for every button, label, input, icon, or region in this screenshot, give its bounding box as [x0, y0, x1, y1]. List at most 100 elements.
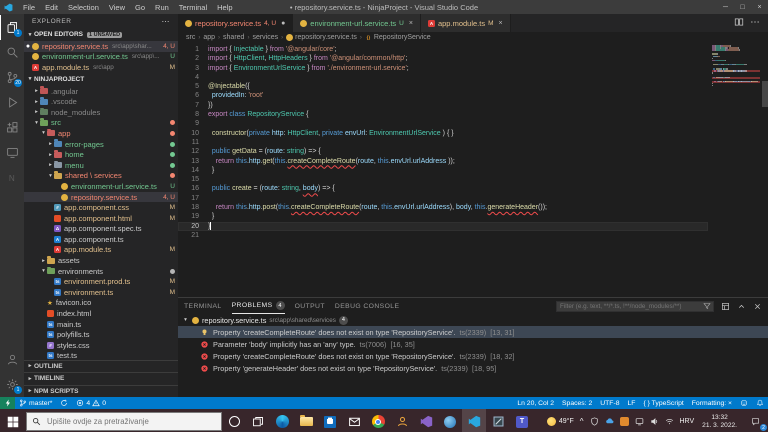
tree-item[interactable]: repository.service.ts 4, U — [24, 191, 178, 203]
tree-item[interactable]: ▸ .vscode — [24, 96, 178, 107]
taskbar-edge[interactable] — [270, 409, 294, 432]
modified-dot-icon[interactable]: ● — [281, 20, 285, 27]
code-line[interactable]: 5 @Injectable({ — [178, 82, 708, 91]
tray-network[interactable] — [662, 409, 677, 432]
tray-display[interactable] — [632, 409, 647, 432]
code-line[interactable]: 6 providedIn: 'root' — [178, 91, 708, 100]
group-by-icon[interactable] — [721, 302, 730, 311]
tray-security[interactable] — [587, 409, 602, 432]
taskbar-cortana[interactable] — [222, 409, 246, 432]
problem-row[interactable]: Property 'createCompleteRoute' does not … — [178, 350, 768, 362]
menu-edit[interactable]: Edit — [40, 0, 63, 14]
status-utf-8[interactable]: UTF-8 — [596, 397, 623, 409]
code-line[interactable]: 2 import { HttpClient, HttpHeaders } from… — [178, 54, 708, 63]
maximize-panel-icon[interactable] — [737, 302, 746, 311]
tree-item[interactable]: ▾ environments — [24, 266, 178, 277]
more-actions-icon[interactable] — [750, 14, 760, 32]
notifications-bell-icon[interactable] — [752, 397, 768, 409]
code-line[interactable]: 20} — [178, 221, 708, 231]
tray-weather[interactable]: 49°F — [544, 409, 577, 432]
tree-item[interactable]: environment-url.service.ts U — [24, 181, 178, 192]
close-panel-icon[interactable] — [753, 302, 762, 311]
maximize-button[interactable]: □ — [734, 0, 751, 14]
code-line[interactable]: 18 return this.http.post(this.createComp… — [178, 203, 708, 212]
activity-search[interactable] — [0, 40, 24, 65]
panel-tab-output[interactable]: OUTPUT — [295, 298, 325, 314]
breadcrumb-item[interactable]: services — [252, 34, 278, 41]
section-npm-scripts[interactable]: ▸ NPM SCRIPTS — [24, 384, 178, 398]
panel-tab-problems[interactable]: PROBLEMS 4 — [231, 298, 285, 314]
start-button[interactable] — [0, 409, 26, 432]
code-line[interactable]: 7}) — [178, 101, 708, 110]
activity-extensions[interactable] — [0, 115, 24, 140]
menu-view[interactable]: View — [104, 0, 130, 14]
tree-item[interactable]: ts environment.ts M — [24, 287, 178, 298]
code-line[interactable]: 4 — [178, 73, 708, 82]
breadcrumb-item[interactable]: {} RepositoryService — [365, 34, 431, 41]
code-line[interactable]: 11 — [178, 138, 708, 147]
menu-run[interactable]: Run — [150, 0, 174, 14]
problems-filter[interactable] — [556, 300, 714, 312]
tree-item[interactable]: ▾ shared \ services — [24, 171, 178, 182]
code-line[interactable]: 13 return this.http.get(this.createCompl… — [178, 157, 708, 166]
problems-filter-input[interactable] — [557, 302, 703, 310]
code-line[interactable]: 12 public getData = (route: string) => { — [178, 147, 708, 156]
taskbar-people[interactable] — [390, 409, 414, 432]
activity-explorer[interactable]: 1 — [0, 15, 24, 40]
tree-item[interactable]: ▸ menu — [24, 160, 178, 171]
taskbar-file-explorer[interactable] — [294, 409, 318, 432]
taskbar-ssms[interactable] — [486, 409, 510, 432]
problems-file-group[interactable]: ▾ repository.service.ts src\app\shared\s… — [178, 314, 768, 326]
tab-repository.service.ts[interactable]: repository.service.ts 4, U ● — [178, 14, 294, 32]
tree-item[interactable]: app.component.html M — [24, 213, 178, 224]
problem-row[interactable]: Property 'createCompleteRoute' does not … — [178, 326, 768, 338]
split-editor-icon[interactable] — [734, 14, 744, 32]
status-formatting[interactable]: Formatting: × — [688, 397, 736, 409]
scrollbar-thumb[interactable] — [761, 81, 768, 107]
section-timeline[interactable]: ▸ TIMELINE — [24, 372, 178, 385]
open-editor-item[interactable]: Aapp.module.ts src\app M — [24, 62, 178, 73]
menu-file[interactable]: File — [18, 0, 40, 14]
status-ln[interactable]: Ln 20, Col 2 — [513, 397, 558, 409]
tray-volume[interactable] — [647, 409, 662, 432]
menu-go[interactable]: Go — [130, 0, 150, 14]
tree-item[interactable]: # app.component.css M — [24, 202, 178, 213]
close-button[interactable]: × — [751, 0, 768, 14]
menu-help[interactable]: Help — [212, 0, 237, 14]
tree-item[interactable]: ts polyfills.ts — [24, 329, 178, 340]
breadcrumb[interactable]: src › app › shared › services › repository.servi… — [178, 32, 768, 43]
code-line[interactable]: 17 — [178, 194, 708, 203]
close-tab-icon[interactable]: × — [499, 20, 503, 27]
tray-app-orange[interactable] — [617, 409, 632, 432]
remote-indicator[interactable] — [0, 397, 15, 409]
feedback-smiley-icon[interactable] — [736, 397, 752, 409]
minimize-button[interactable]: ─ — [717, 0, 734, 14]
menu-terminal[interactable]: Terminal — [174, 0, 212, 14]
code-editor[interactable]: 1 import { Injectable } from '@angular/co… — [178, 43, 768, 297]
tray-onedrive[interactable] — [602, 409, 617, 432]
tree-item[interactable]: index.html — [24, 308, 178, 319]
section-outline[interactable]: ▸ OUTLINE — [24, 359, 178, 373]
tab-app.module.ts[interactable]: Aapp.module.ts M × — [420, 14, 511, 32]
status-spaces[interactable]: Spaces: 2 — [558, 397, 596, 409]
tree-item[interactable]: ▸ node_modules — [24, 107, 178, 118]
code-line[interactable]: 8 export class RepositoryService { — [178, 110, 708, 119]
status-lf[interactable]: LF — [624, 397, 640, 409]
taskbar-search[interactable] — [26, 412, 222, 431]
menu-selection[interactable]: Selection — [63, 0, 104, 14]
tree-item[interactable]: ▸ home — [24, 149, 178, 160]
code-line[interactable]: 1 import { Injectable } from '@angular/co… — [178, 45, 708, 54]
taskbar-search-input[interactable] — [45, 416, 216, 427]
tray-hidden-icons[interactable]: ^ — [577, 409, 587, 432]
open-editor-item[interactable]: environment-url.service.ts src\app\... U — [24, 52, 178, 63]
taskbar-chrome[interactable] — [366, 409, 390, 432]
code-line[interactable]: 19 } — [178, 212, 708, 221]
tree-item[interactable]: ▸ error-pages — [24, 139, 178, 150]
tree-item[interactable]: ts environment.prod.ts M — [24, 276, 178, 287]
tree-item[interactable]: # styles.css — [24, 340, 178, 351]
tray-clock[interactable]: 13:32 21. 3. 2022. — [697, 409, 742, 432]
activity-nx-console[interactable]: N — [0, 165, 24, 190]
code-line[interactable]: 21 — [178, 231, 708, 240]
project-header[interactable]: ▾ NINJAPROJECT — [24, 73, 178, 86]
code-line[interactable]: 10 constructor(private http: HttpClient,… — [178, 129, 708, 138]
